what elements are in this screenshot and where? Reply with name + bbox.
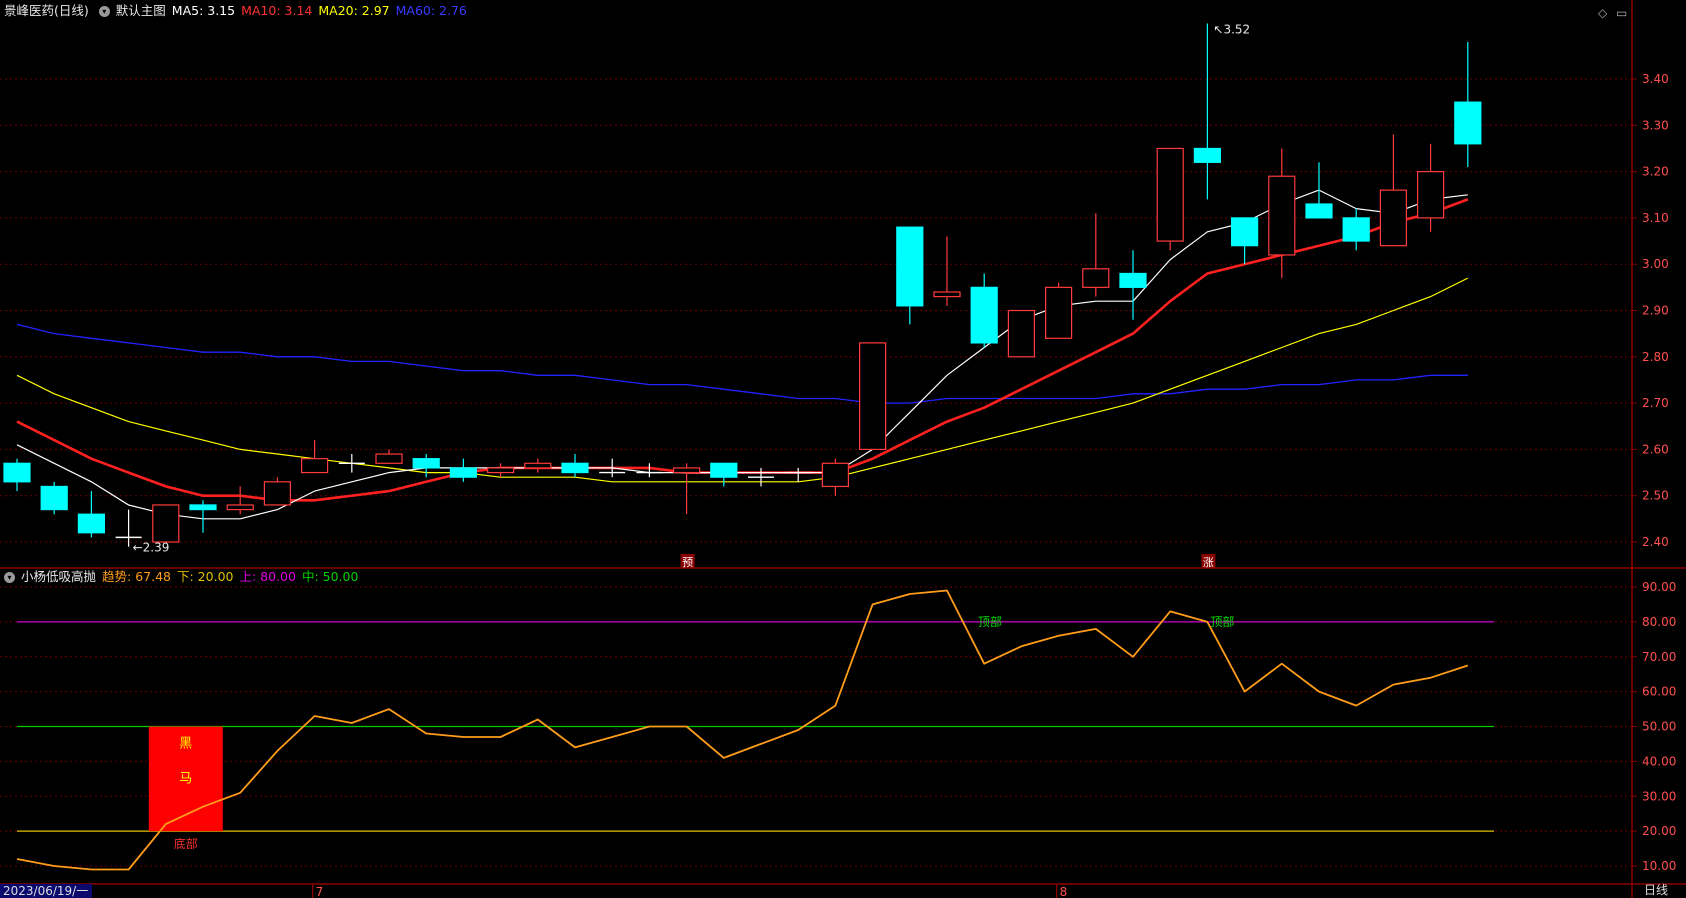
- chevron-down-icon[interactable]: ▾: [4, 571, 15, 583]
- forecast-marker: 预: [682, 556, 693, 569]
- stock-title[interactable]: 景峰医药(日线): [4, 0, 89, 22]
- indicator-tick-label: 90.00: [1642, 580, 1676, 594]
- candle-body: [1416, 171, 1445, 219]
- candle-body: [933, 291, 961, 298]
- candle-body: [1193, 147, 1222, 163]
- trend-line: [16, 589, 1469, 871]
- candle-body: [1007, 309, 1036, 358]
- diamond-icon[interactable]: ◇: [1598, 6, 1607, 20]
- candle-body: [524, 462, 552, 469]
- price-tick-label: 3.00: [1642, 257, 1669, 271]
- candle-body: [40, 485, 68, 511]
- indicator-header: ▾ 小杨低吸高抛 趋势: 67.48 下: 20.00 上: 80.00 中: …: [0, 566, 364, 588]
- candle-body: [3, 462, 31, 483]
- candle-body: [970, 286, 998, 344]
- price-tick-label: 3.20: [1642, 165, 1669, 179]
- indicator-name[interactable]: 小杨低吸高抛: [21, 566, 96, 588]
- low-price-label: ←2.39: [133, 541, 170, 555]
- candle-body: [1379, 189, 1408, 247]
- signal-text-1: 黑: [179, 737, 192, 752]
- indicator-tick-label: 60.00: [1642, 685, 1676, 699]
- indicator-tick-label: 70.00: [1642, 650, 1676, 664]
- ma60-line: [16, 323, 1468, 404]
- main-view-name[interactable]: 默认主图: [116, 0, 166, 22]
- price-tick-label: 2.40: [1642, 535, 1669, 549]
- price-tick-label: 3.40: [1642, 72, 1669, 86]
- high-price-label: ↖3.52: [1213, 22, 1250, 36]
- candle-body: [896, 226, 924, 307]
- price-tick-label: 2.60: [1642, 442, 1669, 456]
- indicator-tick-label: 20.00: [1642, 824, 1676, 838]
- candle-body: [1454, 101, 1482, 145]
- candle-body: [710, 462, 738, 478]
- candle-body: [301, 458, 329, 474]
- expand-icon[interactable]: ▭: [1616, 6, 1627, 20]
- candle-body: [1082, 268, 1110, 288]
- bottom-label: 底部: [174, 836, 198, 851]
- candle-body: [1268, 175, 1296, 256]
- candle-body: [1044, 286, 1073, 339]
- indicator-tick-label: 10.00: [1642, 859, 1676, 873]
- price-tick-label: 2.90: [1642, 304, 1669, 318]
- trend-value: 趋势: 67.48: [102, 569, 171, 584]
- candle-body: [77, 513, 106, 534]
- signal-text-2: 马: [179, 772, 192, 787]
- indicator-tick-label: 40.00: [1642, 754, 1676, 768]
- main-chart-header: 景峰医药(日线) ▾ 默认主图 MA5: 3.15 MA10: 3.14 MA2…: [0, 0, 473, 22]
- ma5-value: MA5: 3.15: [171, 3, 236, 18]
- candle-body: [561, 462, 589, 474]
- candle-body: [821, 462, 850, 488]
- candle-body: [226, 504, 254, 511]
- chevron-down-icon[interactable]: ▾: [98, 5, 110, 17]
- indicator-tick-label: 50.00: [1642, 720, 1676, 734]
- candle-body: [487, 467, 515, 474]
- period-button[interactable]: 日线: [1644, 883, 1668, 898]
- indicator-tick-label: 30.00: [1642, 789, 1676, 803]
- month-label: 7: [316, 885, 324, 898]
- ma20-line: [16, 277, 1469, 483]
- price-tick-label: 3.30: [1642, 118, 1669, 132]
- candle-body: [1230, 217, 1259, 247]
- rise-marker: 涨: [1203, 556, 1214, 569]
- candle-body: [1119, 272, 1147, 288]
- candle-body: [263, 481, 291, 506]
- lower-value: 下: 20.00: [177, 569, 234, 584]
- ma20-value: MA20: 2.97: [318, 3, 390, 18]
- candle-body: [449, 467, 477, 478]
- date-readout: 2023/06/19/一: [0, 884, 93, 898]
- price-tick-label: 2.50: [1642, 489, 1669, 503]
- top-label: 顶部: [978, 614, 1002, 629]
- candle-body: [375, 453, 403, 464]
- candle-body: [672, 467, 701, 474]
- candle-body: [152, 504, 180, 543]
- ma10-value: MA10: 3.14: [241, 3, 313, 18]
- price-tick-label: 2.70: [1642, 396, 1669, 410]
- candle-body: [1156, 147, 1184, 242]
- top-label: 顶部: [1210, 614, 1234, 629]
- price-tick-label: 3.10: [1642, 211, 1669, 225]
- mid-value: 中: 50.00: [301, 569, 359, 584]
- month-label: 8: [1060, 885, 1068, 898]
- ma60-value: MA60: 2.76: [395, 3, 467, 18]
- candle-body: [858, 342, 887, 451]
- candle-body: [1305, 203, 1333, 219]
- candle-body: [1342, 217, 1370, 242]
- candle-body: [189, 504, 217, 511]
- candle-body: [412, 458, 440, 469]
- indicator-tick-label: 80.00: [1642, 615, 1676, 629]
- chart-canvas[interactable]: 3.40 3.30 3.20 3.10 3.00 2.90 2.80 2.70 2.60 2.50…: [0, 0, 1686, 898]
- price-tick-label: 2.80: [1642, 350, 1669, 364]
- upper-value: 上: 80.00: [239, 569, 296, 584]
